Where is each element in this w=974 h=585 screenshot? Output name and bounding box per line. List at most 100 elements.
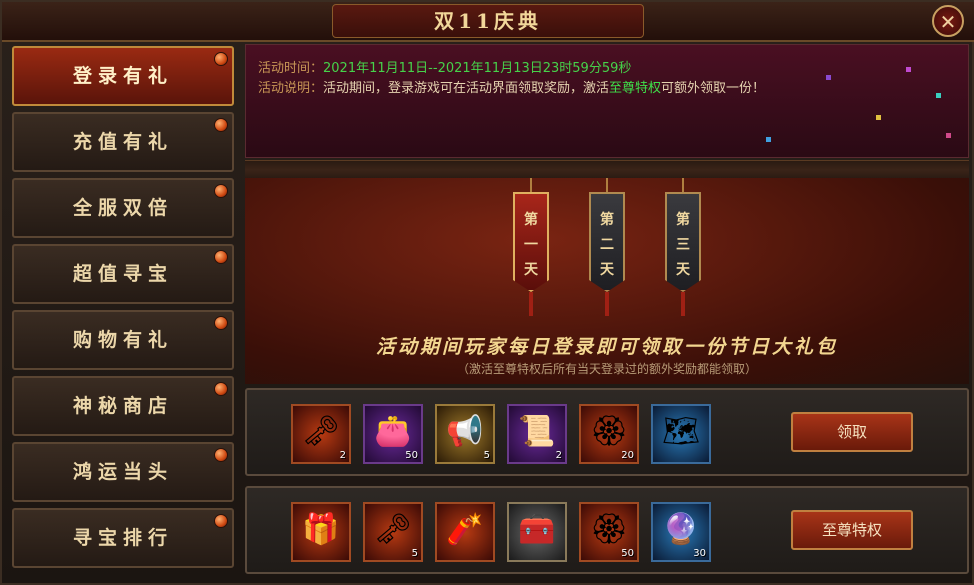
desc-line: 活动说明：活动期间，登录游戏可在活动界面领取奖励，激活至尊特权可额外领取一份！ xyxy=(258,79,956,99)
day-label-char: 三 xyxy=(676,237,690,253)
item-count: 50 xyxy=(405,450,418,461)
day-tab[interactable]: 第三天 xyxy=(665,178,701,316)
sidebar-item[interactable]: 鸿运当头 xyxy=(12,442,234,502)
notification-dot-icon xyxy=(214,448,228,462)
banner-rope xyxy=(606,178,608,194)
claim-button[interactable]: 领取 xyxy=(791,412,913,452)
purple-bag-icon: 👛 xyxy=(374,414,412,449)
tassel-icon xyxy=(605,292,609,316)
reward-item-slot[interactable]: 🗝 5 xyxy=(363,502,423,562)
desc-text-2: 可额外领取一份！ xyxy=(661,81,766,96)
sidebar-item[interactable]: 全服双倍 xyxy=(12,178,234,238)
notification-dot-icon xyxy=(214,52,228,66)
item-count: 30 xyxy=(693,548,706,559)
item-count: 2 xyxy=(555,450,562,461)
sidebar-item[interactable]: 寻宝排行 xyxy=(12,508,234,568)
sidebar: 登录有礼充值有礼全服双倍超值寻宝购物有礼神秘商店鸿运当头寻宝排行 xyxy=(12,46,236,581)
sidebar-item[interactable]: 充值有礼 xyxy=(12,112,234,172)
day-label-char: 天 xyxy=(524,262,538,278)
desc-highlight: 至尊特权 xyxy=(609,81,662,96)
confetti xyxy=(826,75,831,80)
sidebar-item-label: 神秘商店 xyxy=(72,395,173,417)
event-window: 双11庆典 ✕ 登录有礼充值有礼全服双倍超值寻宝购物有礼神秘商店鸿运当头寻宝排行… xyxy=(0,0,974,585)
close-button[interactable]: ✕ xyxy=(932,5,964,37)
title-bar: 双11庆典 ✕ xyxy=(2,2,974,42)
reward-item-slot[interactable]: 📜 2 xyxy=(507,404,567,464)
sidebar-item-label: 登录有礼 xyxy=(72,65,173,87)
reward-row-normal: 🗝 2 👛 50 📢 5 📜 2 🏵 20 🗺 领取 xyxy=(245,388,969,476)
day-label-char: 一 xyxy=(524,237,538,253)
notification-dot-icon xyxy=(214,316,228,330)
premium-privilege-button[interactable]: 至尊特权 xyxy=(791,510,913,550)
day-label: 第三天 xyxy=(665,208,701,283)
red-roll-icon: 🧨 xyxy=(446,512,484,547)
notification-dot-icon xyxy=(214,514,228,528)
reward-item-slot[interactable]: 👛 50 xyxy=(363,404,423,464)
golden-key-icon: 🗝 xyxy=(301,414,341,449)
confetti xyxy=(936,93,941,98)
reward-item-slot[interactable]: 🏵 20 xyxy=(579,404,639,464)
confetti xyxy=(766,137,771,142)
notification-dot-icon xyxy=(214,184,228,198)
day-label-char: 第 xyxy=(524,212,538,228)
reward-item-slot[interactable]: 🏵 50 xyxy=(579,502,639,562)
ornament-divider xyxy=(245,160,969,180)
close-icon: ✕ xyxy=(939,10,957,34)
reward-row-premium: 🎁 🗝 5 🧨 🧰 🏵 50 🔮 30 至尊特权 xyxy=(245,486,969,574)
blue-orb-icon: 🔮 xyxy=(662,512,700,547)
reward-item-slot[interactable]: 🧰 xyxy=(507,502,567,562)
tassel-icon xyxy=(681,292,685,316)
sidebar-item-label: 全服双倍 xyxy=(72,197,173,219)
sidebar-item[interactable]: 神秘商店 xyxy=(12,376,234,436)
day-label-char: 天 xyxy=(600,262,614,278)
banner-rope xyxy=(530,178,532,194)
day-tab[interactable]: 第一天 xyxy=(513,178,549,316)
sidebar-item[interactable]: 登录有礼 xyxy=(12,46,234,106)
sidebar-item-label: 鸿运当头 xyxy=(72,461,173,483)
time-label: 活动时间： xyxy=(258,61,324,76)
time-value: 2021年11月11日--2021年11月13日23时59分59秒 xyxy=(323,61,632,76)
item-count: 5 xyxy=(411,548,418,559)
red-token-icon: 🏵 xyxy=(589,512,629,547)
item-count: 5 xyxy=(483,450,490,461)
sidebar-item-label: 超值寻宝 xyxy=(72,263,173,285)
sidebar-item-label: 寻宝排行 xyxy=(72,527,173,549)
window-title: 双11庆典 xyxy=(332,4,644,38)
item-count: 20 xyxy=(621,450,634,461)
reward-item-slot[interactable]: 🎁 xyxy=(291,502,351,562)
golden-key-icon: 🗝 xyxy=(373,512,413,547)
item-count: 2 xyxy=(339,450,346,461)
blue-scroll-icon: 🗺 xyxy=(661,414,701,449)
sidebar-item[interactable]: 超值寻宝 xyxy=(12,244,234,304)
sidebar-item-label: 充值有礼 xyxy=(72,131,173,153)
reward-item-slot[interactable]: 🔮 30 xyxy=(651,502,711,562)
confetti xyxy=(906,67,911,72)
day-tab[interactable]: 第二天 xyxy=(589,178,625,316)
reward-item-slot[interactable]: 📢 5 xyxy=(435,404,495,464)
confetti xyxy=(946,133,951,138)
reward-item-slot[interactable]: 🧨 xyxy=(435,502,495,562)
notification-dot-icon xyxy=(214,118,228,132)
info-panel: 活动时间：2021年11月11日--2021年11月13日23时59分59秒 活… xyxy=(245,44,969,158)
desc-text-1: 活动期间，登录游戏可在活动界面领取奖励，激活 xyxy=(323,81,610,96)
sidebar-item-label: 购物有礼 xyxy=(72,329,173,351)
day-label-char: 天 xyxy=(676,262,690,278)
reward-item-slot[interactable]: 🗝 2 xyxy=(291,404,351,464)
sidebar-item[interactable]: 购物有礼 xyxy=(12,310,234,370)
desc-label: 活动说明： xyxy=(258,81,324,96)
day-label: 第二天 xyxy=(589,208,625,283)
day-label-char: 第 xyxy=(676,212,690,228)
treasure-chest-icon: 🎁 xyxy=(302,512,340,547)
subline: （激活至尊特权后所有当天登录过的额外奖励都能领取） xyxy=(456,362,757,376)
day-label-char: 第 xyxy=(600,212,614,228)
banner-rope xyxy=(682,178,684,194)
item-count: 50 xyxy=(621,548,634,559)
day-label: 第一天 xyxy=(513,208,549,283)
reward-item-slot[interactable]: 🗺 xyxy=(651,404,711,464)
horn-icon: 📢 xyxy=(446,414,484,449)
time-line: 活动时间：2021年11月11日--2021年11月13日23时59分59秒 xyxy=(258,59,956,79)
notification-dot-icon xyxy=(214,250,228,264)
notification-dot-icon xyxy=(214,382,228,396)
day-label-char: 二 xyxy=(600,237,614,253)
tassel-icon xyxy=(529,292,533,316)
